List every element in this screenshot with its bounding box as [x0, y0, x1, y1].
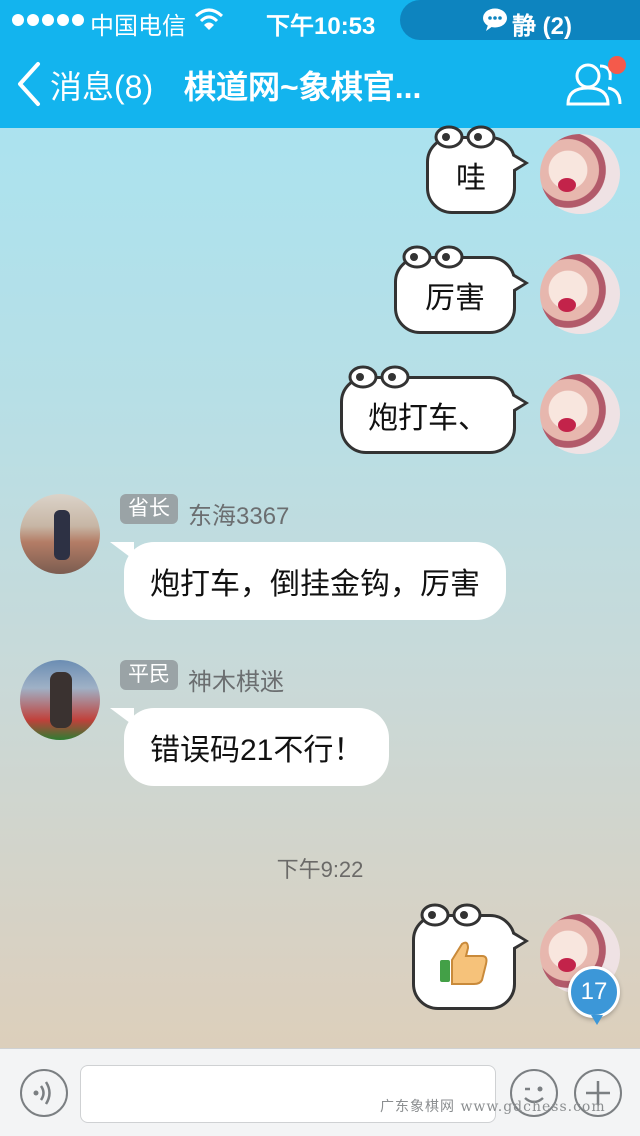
- message-text: 错误码21不行！: [150, 734, 364, 767]
- signal-icon: [12, 14, 84, 26]
- my-avatar[interactable]: [540, 374, 620, 454]
- back-button[interactable]: 消息(8): [50, 62, 153, 108]
- thumbs-up-icon: [440, 941, 488, 985]
- comic-eyes-icon: [434, 125, 496, 149]
- rank-badge: 省长: [120, 494, 178, 524]
- unread-count-badge[interactable]: 17: [568, 966, 620, 1025]
- voice-button[interactable]: [20, 1069, 68, 1117]
- voice-icon: [33, 1081, 51, 1105]
- watermark: 广东象棋网 www.gdchess.com: [380, 1099, 606, 1115]
- top-bar: 中国电信 下午10:53 静 (2) 消息(8) 棋道网~象棋官...: [0, 0, 640, 128]
- rank-badge: 平民: [120, 660, 178, 690]
- status-bar: 中国电信 下午10:53 静 (2): [0, 0, 640, 40]
- my-message-bubble[interactable]: [412, 903, 529, 1010]
- carrier-label: 中国电信: [90, 13, 186, 40]
- dnd-label[interactable]: 静 (2): [512, 6, 572, 41]
- message-text: 炮打车、: [368, 402, 488, 435]
- sender-name[interactable]: 神木棋迷: [188, 662, 284, 697]
- clock: 下午10:53: [266, 13, 376, 40]
- comic-eyes-icon: [402, 245, 464, 269]
- message-text: 炮打车，倒挂金钩，厉害: [150, 568, 480, 601]
- wifi-icon: [194, 8, 224, 30]
- sender-avatar[interactable]: [20, 660, 100, 740]
- message-text: 哇: [456, 162, 486, 195]
- comic-eyes-icon: [348, 365, 410, 389]
- message-timestamp: 下午9:22: [276, 857, 364, 882]
- message-text: 厉害: [425, 282, 485, 315]
- input-bar: [0, 1048, 640, 1136]
- comic-eyes-icon: [420, 903, 482, 927]
- my-message-bubble[interactable]: 炮打车、: [340, 365, 529, 454]
- my-message-bubble[interactable]: 哇: [426, 125, 529, 214]
- sender-name[interactable]: 东海3367: [188, 496, 289, 531]
- my-avatar[interactable]: [540, 134, 620, 214]
- chat-bubble-icon: [483, 8, 507, 31]
- my-message-bubble[interactable]: 厉害: [394, 245, 529, 334]
- chat-title: 棋道网~象棋官...: [184, 69, 422, 105]
- incoming-message-bubble[interactable]: 炮打车，倒挂金钩，厉害: [110, 542, 506, 620]
- my-avatar[interactable]: [540, 254, 620, 334]
- incoming-message-bubble[interactable]: 错误码21不行！: [109, 708, 390, 786]
- sender-avatar[interactable]: [20, 494, 100, 574]
- back-chevron-icon[interactable]: [14, 60, 44, 108]
- notification-dot: [608, 56, 626, 74]
